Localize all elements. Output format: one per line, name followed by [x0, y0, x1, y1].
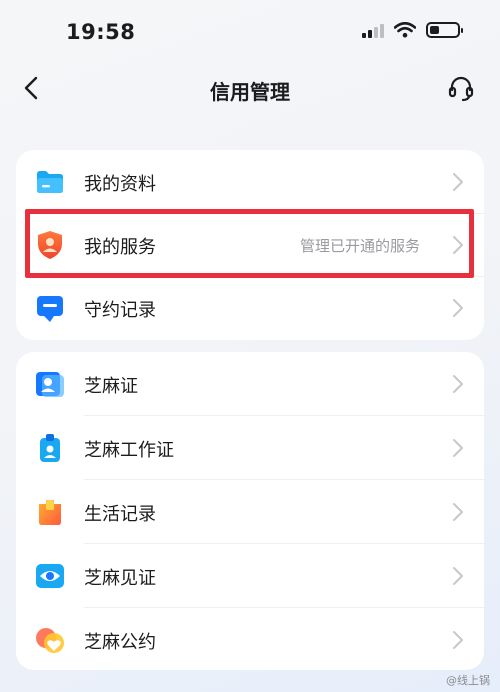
chevron-right-icon	[453, 299, 463, 317]
chevron-right-icon	[453, 236, 463, 254]
nav-bar: 信用管理	[0, 62, 500, 114]
customer-service-icon[interactable]	[446, 74, 476, 104]
menu-item-label: 我的资料	[84, 174, 156, 195]
chevron-right-icon	[453, 375, 463, 393]
menu-item-my-profile[interactable]: 我的资料	[16, 150, 484, 214]
menu-item-zhima-pact[interactable]: 芝麻公约	[16, 608, 484, 672]
status-bar: 19:58	[0, 0, 500, 62]
chevron-right-icon	[453, 503, 463, 521]
credit-card-group-1: 我的资料 我的服务 管理已开通的服务 守约记录	[16, 150, 484, 340]
menu-item-zhima-work-cert[interactable]: 芝麻工作证	[16, 416, 484, 480]
watermark: @线上锅	[446, 674, 490, 687]
menu-item-zhima-cert[interactable]: 芝麻证	[16, 352, 484, 416]
shield-user-icon	[38, 231, 62, 259]
heart-pact-icon	[36, 628, 64, 653]
menu-item-label: 芝麻见证	[84, 568, 156, 589]
chevron-right-icon	[453, 173, 463, 191]
menu-item-label: 芝麻公约	[84, 632, 156, 653]
folder-icon	[37, 171, 63, 193]
menu-item-label: 我的服务	[84, 237, 156, 258]
menu-item-life-record[interactable]: 生活记录	[16, 480, 484, 544]
status-time: 19:58	[66, 20, 136, 44]
id-card-icon	[36, 372, 64, 397]
chevron-right-icon	[453, 567, 463, 585]
chevron-right-icon	[453, 631, 463, 649]
chat-record-icon	[37, 296, 63, 322]
menu-item-zhima-witness[interactable]: 芝麻见证	[16, 544, 484, 608]
menu-item-label: 芝麻工作证	[84, 440, 174, 461]
menu-item-subtitle: 管理已开通的服务	[299, 237, 420, 255]
credit-card-group-2: 芝麻证 芝麻工作证 生活记录 芝麻见证 芝麻公约	[16, 352, 484, 670]
work-badge-icon	[40, 434, 60, 462]
menu-item-my-services[interactable]: 我的服务 管理已开通的服务	[16, 213, 484, 277]
status-icons	[362, 22, 463, 38]
signal-icon	[362, 22, 384, 38]
page-title: 信用管理	[210, 80, 290, 104]
menu-item-label: 芝麻证	[84, 376, 138, 397]
life-record-icon	[39, 500, 61, 525]
menu-item-label: 生活记录	[84, 504, 156, 525]
wifi-icon	[394, 22, 416, 38]
chevron-right-icon	[453, 439, 463, 457]
battery-icon	[426, 22, 463, 38]
eye-icon	[36, 564, 64, 588]
menu-item-compliance-record[interactable]: 守约记录	[16, 276, 484, 340]
menu-item-label: 守约记录	[84, 300, 156, 321]
